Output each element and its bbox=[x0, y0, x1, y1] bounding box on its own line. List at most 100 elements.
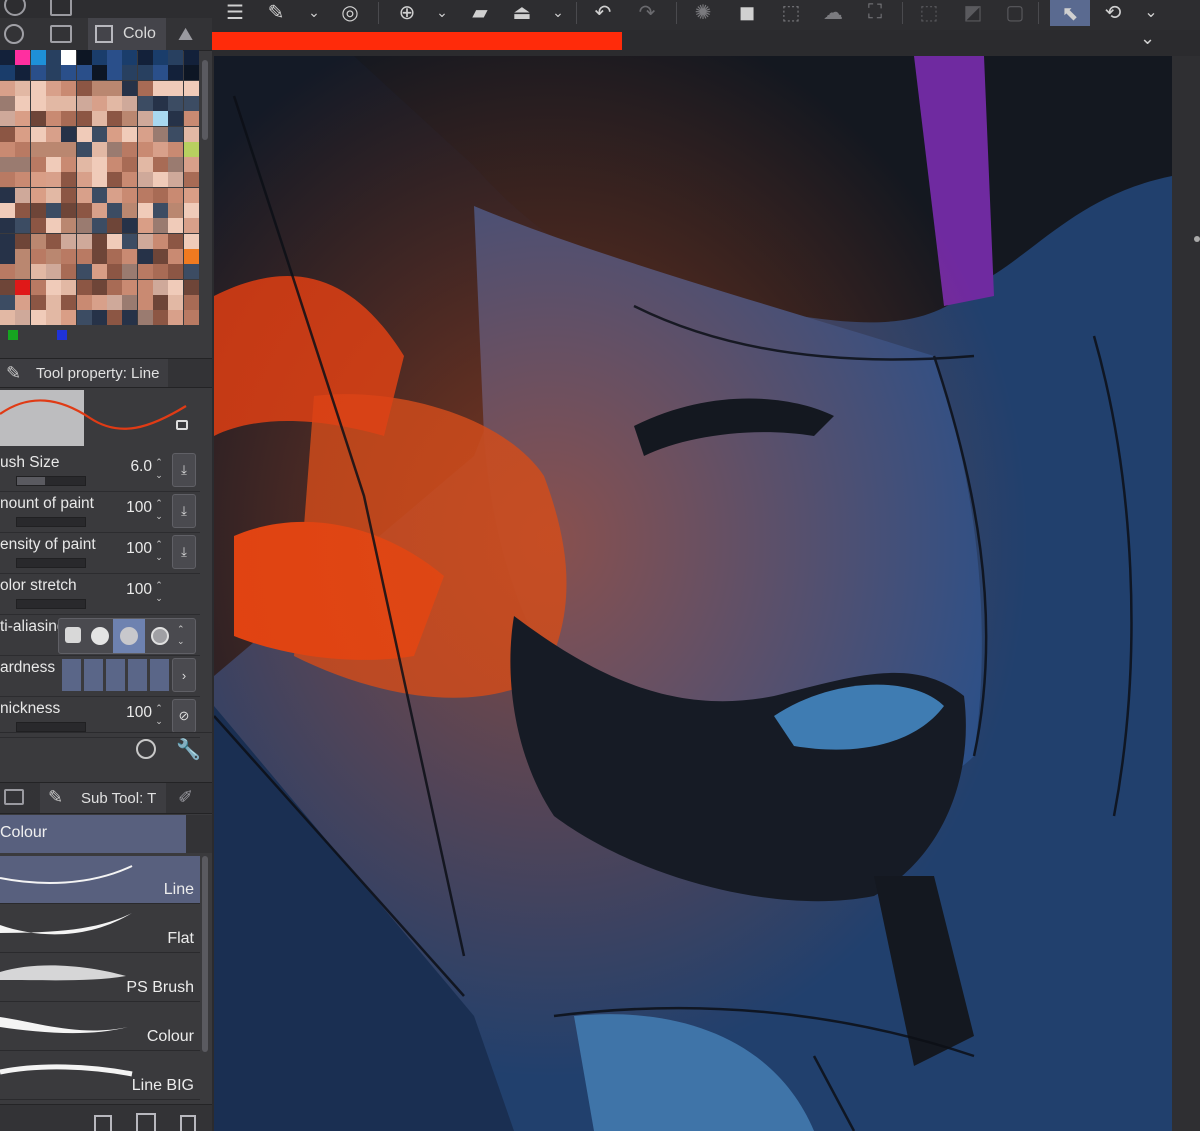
palette-swatch[interactable] bbox=[122, 248, 138, 264]
palette-swatch[interactable] bbox=[153, 294, 168, 310]
palette-swatch[interactable] bbox=[183, 80, 199, 96]
palette-swatch[interactable] bbox=[91, 294, 107, 310]
palette-swatch[interactable] bbox=[0, 172, 15, 188]
folder-icon[interactable]: ▰ bbox=[464, 0, 496, 24]
chevron-right-icon[interactable]: › bbox=[172, 658, 196, 692]
palette-swatch[interactable] bbox=[183, 203, 199, 218]
palette-swatch[interactable] bbox=[15, 279, 31, 295]
palette-swatch[interactable] bbox=[45, 80, 61, 96]
palette-swatch[interactable] bbox=[30, 80, 46, 96]
palette-swatch[interactable] bbox=[107, 80, 123, 96]
palette-swatch[interactable] bbox=[0, 233, 15, 249]
palette-swatch[interactable] bbox=[15, 95, 31, 111]
palette-swatch[interactable] bbox=[168, 248, 184, 264]
palette-swatch[interactable] bbox=[183, 294, 199, 310]
spinner-arrows-icon[interactable]: ⌃ ⌄ bbox=[152, 456, 166, 484]
palette-swatch[interactable] bbox=[183, 95, 199, 111]
property-value[interactable]: 6.0 bbox=[130, 458, 152, 476]
palette-swatch[interactable] bbox=[183, 187, 199, 203]
palette-swatch[interactable] bbox=[0, 187, 15, 203]
palette-swatch[interactable] bbox=[0, 248, 15, 264]
aa-none-icon[interactable] bbox=[65, 627, 81, 643]
palette-swatch[interactable] bbox=[0, 279, 15, 295]
palette-swatch[interactable] bbox=[122, 141, 138, 157]
tab-color-set[interactable]: Colo bbox=[88, 18, 166, 50]
spinner-arrows-icon[interactable]: ⌃ ⌄ bbox=[177, 623, 185, 647]
palette-swatch[interactable] bbox=[30, 218, 46, 234]
palette-swatch[interactable] bbox=[137, 187, 153, 203]
palette-swatch[interactable] bbox=[137, 141, 153, 157]
palette-swatch[interactable] bbox=[30, 310, 46, 326]
palette-swatch[interactable] bbox=[15, 50, 31, 65]
palette-scrollbar[interactable] bbox=[202, 60, 208, 140]
sub-tool-group[interactable]: Colour bbox=[0, 815, 186, 853]
lasso-icon[interactable]: ☁ bbox=[818, 0, 848, 24]
palette-swatch[interactable] bbox=[168, 157, 184, 173]
palette-swatch[interactable] bbox=[122, 203, 138, 218]
palette-swatch[interactable] bbox=[168, 310, 184, 326]
palette-swatch[interactable] bbox=[122, 157, 138, 173]
tab-mountain[interactable]: ⛰ bbox=[170, 18, 210, 50]
palette-swatch[interactable] bbox=[137, 172, 153, 188]
palette-swatch[interactable] bbox=[30, 172, 46, 188]
palette-swatch[interactable] bbox=[76, 310, 92, 326]
palette-swatch[interactable] bbox=[45, 248, 61, 264]
property-slider[interactable] bbox=[16, 722, 86, 732]
palette-swatch[interactable] bbox=[137, 264, 153, 280]
palette-swatch[interactable] bbox=[15, 218, 31, 234]
trash-icon[interactable] bbox=[180, 1115, 196, 1131]
palette-swatch[interactable] bbox=[107, 172, 123, 188]
palette-swatch[interactable] bbox=[0, 203, 15, 218]
sub-color-swatch[interactable] bbox=[57, 330, 67, 340]
palette-swatch[interactable] bbox=[183, 172, 199, 188]
brush-item[interactable]: Line BIG bbox=[0, 1052, 200, 1100]
palette-swatch[interactable] bbox=[45, 233, 61, 249]
palette-swatch[interactable] bbox=[153, 233, 168, 249]
drawing-canvas[interactable] bbox=[214, 56, 1172, 1131]
panel-handle[interactable] bbox=[1194, 236, 1200, 242]
property-row[interactable]: ti-aliasing ⌃ ⌄ bbox=[0, 614, 200, 656]
palette-swatch[interactable] bbox=[15, 126, 31, 142]
pen-icon[interactable]: ✐ bbox=[178, 787, 193, 808]
pressure-icon[interactable]: ⤓ bbox=[172, 535, 196, 569]
palette-swatch[interactable] bbox=[76, 294, 92, 310]
palette-swatch[interactable] bbox=[45, 187, 61, 203]
chevron-down-icon[interactable]: ⌄ bbox=[548, 0, 568, 24]
palette-swatch[interactable] bbox=[107, 203, 123, 218]
palette-swatch[interactable] bbox=[76, 80, 92, 96]
palette-swatch[interactable] bbox=[45, 141, 61, 157]
chevron-down-icon[interactable]: ⌄ bbox=[1140, 28, 1155, 49]
palette-swatch[interactable] bbox=[122, 294, 138, 310]
palette-swatch[interactable] bbox=[137, 157, 153, 173]
palette-swatch[interactable] bbox=[45, 279, 61, 295]
palette-swatch[interactable] bbox=[91, 172, 107, 188]
brush-item[interactable]: Flat bbox=[0, 905, 200, 953]
export-icon[interactable]: ⏏ bbox=[506, 0, 538, 24]
palette-swatch[interactable] bbox=[61, 310, 77, 326]
palette-swatch[interactable] bbox=[91, 65, 107, 81]
palette-swatch[interactable] bbox=[183, 218, 199, 234]
hardness-level[interactable] bbox=[150, 659, 169, 691]
palette-swatch[interactable] bbox=[61, 233, 77, 249]
sub-tool-scrollbar[interactable] bbox=[202, 856, 208, 1052]
palette-swatch[interactable] bbox=[153, 248, 168, 264]
palette-swatch[interactable] bbox=[183, 65, 199, 81]
brush-item[interactable]: Line bbox=[0, 856, 200, 904]
palette-swatch[interactable] bbox=[122, 233, 138, 249]
link-off-icon[interactable]: ⊘ bbox=[172, 699, 196, 733]
palette-swatch[interactable] bbox=[91, 95, 107, 111]
palette-swatch[interactable] bbox=[61, 157, 77, 173]
palette-swatch[interactable] bbox=[30, 187, 46, 203]
property-row[interactable]: ensity of paint 100 ⌃ ⌄ ⤓ bbox=[0, 532, 200, 574]
palette-swatch[interactable] bbox=[91, 126, 107, 142]
palette-swatch[interactable] bbox=[30, 264, 46, 280]
palette-swatch[interactable] bbox=[107, 264, 123, 280]
palette-swatch[interactable] bbox=[61, 95, 77, 111]
palette-swatch[interactable] bbox=[122, 50, 138, 65]
wrench-icon[interactable]: 🔧 bbox=[176, 737, 201, 762]
palette-swatch[interactable] bbox=[137, 65, 153, 81]
property-row[interactable]: ardness › bbox=[0, 655, 200, 697]
palette-swatch[interactable] bbox=[107, 233, 123, 249]
palette-swatch[interactable] bbox=[30, 126, 46, 142]
palette-swatch[interactable] bbox=[76, 126, 92, 142]
